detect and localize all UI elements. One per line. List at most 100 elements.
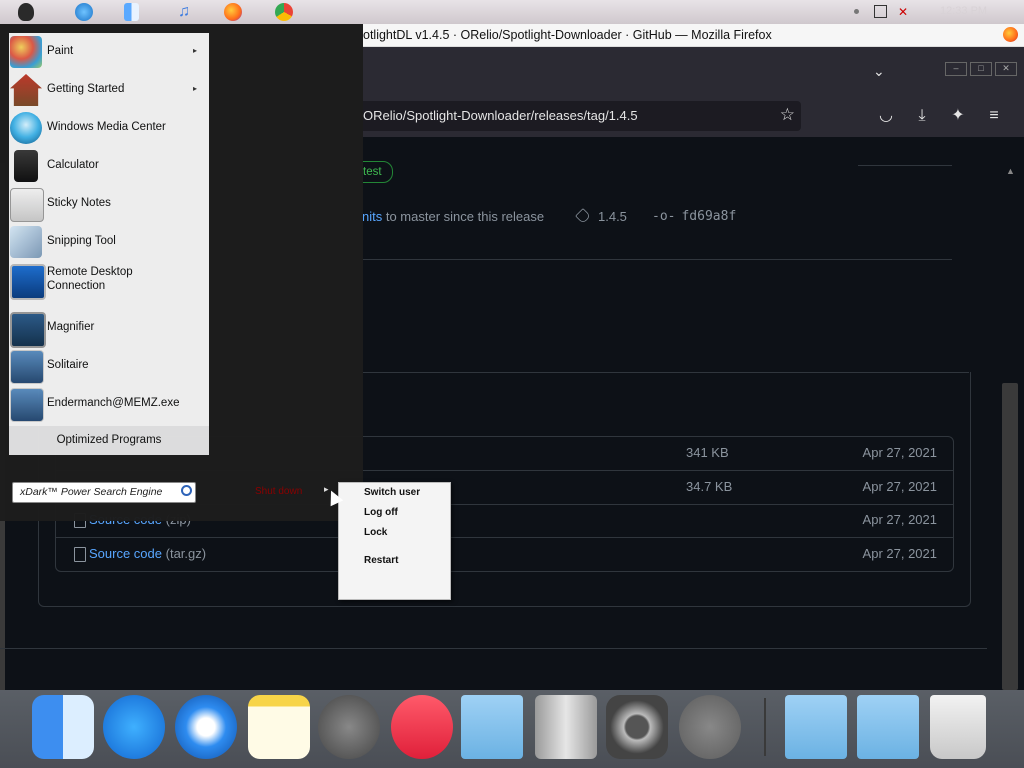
notes-icon[interactable] [248, 695, 310, 759]
start-item-solitaire[interactable]: Solitaire [9, 347, 209, 385]
launchpad-icon[interactable] [318, 695, 380, 759]
start-item-label: Windows Media Center [47, 121, 166, 133]
divider [858, 165, 952, 166]
dot-icon [854, 9, 859, 14]
asset-date: Apr 27, 2021 [862, 445, 937, 460]
start-item-memz[interactable]: Endermanch@MEMZ.exe [9, 385, 209, 423]
pocket-icon[interactable]: ◡ [877, 107, 895, 125]
finder-icon[interactable] [124, 3, 139, 21]
files-folder-icon[interactable] [857, 695, 919, 759]
itunes-icon[interactable]: ♫ [175, 3, 193, 21]
mac-pro-icon[interactable] [535, 695, 597, 759]
music-icon[interactable] [391, 695, 453, 759]
finder-icon[interactable] [32, 695, 94, 759]
commits-info: nits to master since this release [362, 209, 544, 224]
commits-text: to master since this release [382, 209, 545, 224]
applications-folder-icon[interactable] [461, 695, 523, 759]
close-button[interactable]: ✕ [995, 62, 1017, 76]
muted-speaker-icon[interactable]: ✕ [898, 5, 912, 19]
start-item-getting-started[interactable]: Getting Started ▸ [9, 71, 209, 109]
start-item-label: Paint [47, 45, 74, 57]
remote-desktop-icon [10, 264, 46, 300]
asset-format[interactable]: (tar.gz) [166, 546, 206, 561]
download-icon[interactable]: ⤓ [913, 107, 931, 125]
minimize-button[interactable]: – [945, 62, 967, 76]
start-item-magnifier[interactable]: Magnifier [9, 309, 209, 348]
file-zip-icon [74, 547, 86, 562]
asset-link[interactable]: Source code (tar.gz) [89, 546, 206, 561]
scrollbar-thumb[interactable] [1002, 383, 1018, 690]
calculator-icon [14, 150, 38, 182]
commit-sha[interactable]: fd69a8f [681, 209, 736, 224]
start-item-paint[interactable]: Paint ▸ [9, 33, 209, 71]
apple-icon[interactable] [18, 3, 34, 21]
submenu-arrow-icon: ▸ [192, 46, 197, 55]
start-item-remote-desktop[interactable]: Remote Desktop Connection [9, 261, 209, 300]
window-title: otlightDL v1.4.5 · ORelio/Spotlight-Down… [363, 28, 772, 42]
optimized-programs-button[interactable]: Optimized Programs [9, 426, 209, 455]
start-item-label: Calculator [47, 159, 99, 171]
app-store-icon[interactable] [103, 695, 165, 759]
url-bar[interactable]: ORelio/Spotlight-Downloader/releases/tag… [363, 101, 801, 131]
start-menu: Paint ▸ Getting Started ▸ Windows Media … [0, 24, 363, 521]
dock [0, 690, 1024, 768]
lock-menu-item[interactable]: Lock [364, 527, 387, 538]
tag-info[interactable]: 1.4.5 [575, 208, 627, 224]
search-icon[interactable] [181, 485, 192, 496]
search-input[interactable]: xDark™ Power Search Engine [12, 482, 196, 503]
hamburger-menu-icon[interactable]: ≡ [985, 107, 1003, 125]
asset-date: Apr 27, 2021 [862, 512, 937, 527]
bookmark-star-icon[interactable]: ☆ [780, 105, 795, 125]
start-item-label: Magnifier [47, 321, 95, 333]
start-item-snipping-tool[interactable]: Snipping Tool [9, 223, 209, 261]
start-item-label: Remote Desktop Connection [47, 266, 133, 292]
internet-explorer-icon[interactable] [75, 3, 93, 21]
shutdown-button[interactable]: Shut down [255, 486, 302, 497]
magnifier-icon [10, 312, 46, 348]
window-title-bar: otlightDL v1.4.5 · ORelio/Spotlight-Down… [363, 24, 1024, 47]
scroll-up-arrow-icon[interactable]: ▲ [1006, 166, 1015, 176]
menubar: ♫ ✕ 12:33 PM [0, 0, 1024, 24]
asset-name[interactable]: Source code [89, 546, 162, 561]
tag-icon [575, 208, 591, 224]
commit-info[interactable]: -o-fd69a8f [652, 209, 736, 224]
battery-icon[interactable] [874, 5, 887, 18]
power-icon[interactable] [679, 695, 741, 759]
tab-list-chevron-icon[interactable]: ⌄ [873, 63, 885, 80]
commit-icon: -o- [652, 209, 676, 224]
firefox-icon[interactable] [224, 3, 242, 21]
snipping-tool-icon [10, 226, 42, 258]
start-item-label: Solitaire [47, 359, 89, 371]
system-preferences-icon[interactable] [606, 695, 668, 759]
log-off-menu-item[interactable]: Log off [364, 507, 398, 518]
safari-icon[interactable] [175, 695, 237, 759]
media-center-icon [10, 112, 42, 144]
clock[interactable]: 12:33 PM [940, 5, 987, 17]
start-item-calculator[interactable]: Calculator [9, 147, 209, 185]
commits-link[interactable]: nits [362, 209, 382, 224]
chrome-icon[interactable] [275, 3, 293, 21]
url-text[interactable]: ORelio/Spotlight-Downloader/releases/tag… [363, 108, 638, 123]
start-item-sticky-notes[interactable]: Sticky Notes [9, 185, 209, 223]
firefox-logo-icon [1003, 27, 1018, 42]
extensions-icon[interactable]: ✦ [949, 107, 967, 125]
getting-started-icon [10, 74, 42, 106]
executable-icon [10, 388, 44, 422]
switch-user-menu-item[interactable]: Switch user [364, 487, 420, 498]
asset-date: Apr 27, 2021 [862, 546, 937, 561]
restart-menu-item[interactable]: Restart [364, 555, 398, 566]
divider [363, 259, 952, 260]
asset-size: 34.7 KB [686, 479, 733, 494]
search-placeholder: xDark™ Power Search Engine [20, 486, 163, 498]
asset-size: 341 KB [686, 445, 729, 460]
asset-row[interactable]: Source code (tar.gz) Apr 27, 2021 [56, 538, 953, 571]
start-item-media-center[interactable]: Windows Media Center [9, 109, 209, 147]
maximize-button[interactable]: □ [970, 62, 992, 76]
documents-folder-icon[interactable] [785, 695, 847, 759]
start-item-label: Endermanch@MEMZ.exe [47, 397, 180, 409]
divider [0, 648, 987, 649]
solitaire-icon [10, 350, 44, 384]
trash-icon[interactable] [930, 695, 986, 759]
tag-label[interactable]: 1.4.5 [598, 209, 627, 224]
paint-icon [10, 36, 42, 68]
